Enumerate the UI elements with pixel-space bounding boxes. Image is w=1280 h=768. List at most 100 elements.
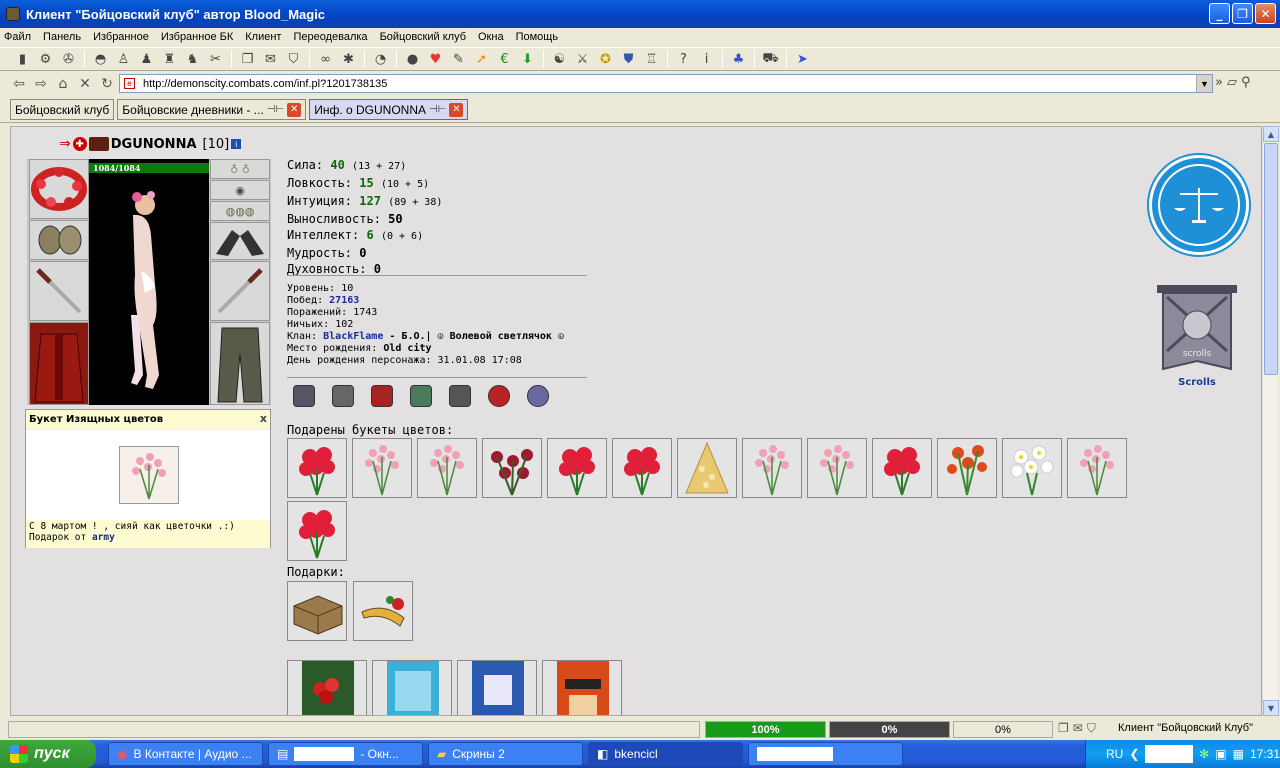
flower-bouquet[interactable] bbox=[677, 438, 737, 498]
download-icon[interactable]: ⬇ bbox=[517, 49, 538, 69]
shield-icon[interactable]: ⛉ bbox=[1087, 721, 1096, 736]
task-window[interactable]: ▤ - Окн... bbox=[268, 742, 423, 766]
users-icon[interactable]: ♟ bbox=[136, 49, 157, 69]
helmet-slot[interactable] bbox=[29, 159, 89, 219]
menu-panel[interactable]: Панель bbox=[43, 31, 81, 43]
flower-bouquet[interactable] bbox=[352, 438, 412, 498]
menu-client[interactable]: Клиент bbox=[245, 31, 281, 43]
clan-link[interactable]: BlackFlame bbox=[323, 331, 383, 342]
tab-diaries[interactable]: Бойцовские дневники - ... ⊣⊢ ✕ bbox=[117, 99, 307, 120]
task-vkontakte[interactable]: ◉ В Контакте | Аудио ... bbox=[108, 742, 263, 766]
tab-info[interactable]: Инф. о DGUNONNA ⊣⊢ ✕ bbox=[309, 99, 469, 120]
menu-windows[interactable]: Окна bbox=[478, 31, 504, 43]
badge-icon[interactable] bbox=[449, 385, 471, 407]
start-button[interactable]: пуск bbox=[0, 740, 96, 768]
tab-fight-club[interactable]: Бойцовский клуб bbox=[10, 99, 115, 120]
menu-file[interactable]: Файл bbox=[4, 31, 31, 43]
weapon-right-slot[interactable] bbox=[210, 261, 270, 321]
bracers-slot[interactable] bbox=[29, 220, 89, 260]
task-screens[interactable]: ▰ Скрины 2 bbox=[428, 742, 583, 766]
close-button[interactable]: ✕ bbox=[1255, 3, 1276, 24]
bomb-icon[interactable]: ● bbox=[402, 49, 423, 69]
postcard[interactable] bbox=[287, 660, 367, 715]
copy-icon[interactable]: ❐ bbox=[237, 49, 258, 69]
scroll-up-icon[interactable]: ▲ bbox=[1263, 126, 1279, 142]
scrolls-label[interactable]: Scrolls bbox=[1147, 377, 1247, 388]
gauge-icon[interactable]: ◔ bbox=[370, 49, 391, 69]
earrings-slot[interactable]: ♁ ♁ bbox=[210, 159, 270, 179]
scroll-thumb[interactable] bbox=[1264, 143, 1278, 375]
badge-icon[interactable] bbox=[371, 385, 393, 407]
close-icon[interactable]: ✕ bbox=[287, 102, 302, 117]
info-icon[interactable]: i bbox=[231, 139, 242, 149]
minimize-button[interactable]: _ bbox=[1209, 3, 1230, 24]
send-icon[interactable]: ➤ bbox=[792, 49, 813, 69]
gear-icon[interactable]: ⚙ bbox=[35, 49, 56, 69]
flower-bouquet[interactable] bbox=[612, 438, 672, 498]
refresh-icon[interactable]: ↻ bbox=[96, 75, 118, 93]
tools-icon[interactable]: ✂ bbox=[205, 49, 226, 69]
page-menu-icon[interactable]: ▱ bbox=[1227, 75, 1237, 90]
forward-icon[interactable]: ⇨ bbox=[30, 75, 52, 93]
info-icon[interactable]: i bbox=[696, 49, 717, 69]
heart-icon[interactable]: ♥ bbox=[425, 49, 446, 69]
pin-icon[interactable]: ⊣⊢ bbox=[429, 104, 446, 115]
castle-icon[interactable]: ♖ bbox=[641, 49, 662, 69]
flower-bouquet[interactable] bbox=[807, 438, 867, 498]
popup-close-button[interactable]: x bbox=[260, 412, 267, 425]
help-icon[interactable]: ? bbox=[673, 49, 694, 69]
character-avatar[interactable]: 1084/1084 bbox=[89, 159, 209, 405]
flower-bouquet[interactable] bbox=[287, 438, 347, 498]
tray-icon[interactable]: ✻ bbox=[1199, 747, 1209, 761]
scales-emblem[interactable] bbox=[1149, 155, 1249, 255]
menu-favorites-bk[interactable]: Избранное БК bbox=[161, 31, 233, 43]
badge-icon[interactable] bbox=[332, 385, 354, 407]
armor-slot[interactable] bbox=[29, 322, 89, 405]
book-icon[interactable]: ▮ bbox=[12, 49, 33, 69]
gloves-slot[interactable] bbox=[210, 222, 270, 260]
vertical-scrollbar[interactable]: ▲ ▼ bbox=[1262, 126, 1279, 716]
flower-bouquet[interactable] bbox=[547, 438, 607, 498]
task-bkencicl[interactable]: ◧ bkencicl bbox=[588, 742, 743, 766]
user-icon[interactable]: ♙ bbox=[113, 49, 134, 69]
flower-bouquet[interactable] bbox=[417, 438, 477, 498]
language-indicator[interactable]: RU bbox=[1106, 747, 1123, 761]
maximize-button[interactable]: ❐ bbox=[1232, 3, 1253, 24]
weapon-left-slot[interactable] bbox=[29, 261, 89, 321]
mail-icon[interactable]: ✉ bbox=[1073, 721, 1083, 736]
scrolls-emblem[interactable]: scrolls bbox=[1147, 281, 1247, 373]
gift-horn[interactable] bbox=[353, 581, 413, 641]
flower-bouquet[interactable] bbox=[482, 438, 542, 498]
mask-icon[interactable]: ◓ bbox=[90, 49, 111, 69]
clan-icon[interactable] bbox=[88, 137, 109, 151]
badge-icon[interactable] bbox=[410, 385, 432, 407]
medal-icon[interactable]: ✪ bbox=[595, 49, 616, 69]
flower-bouquet[interactable] bbox=[1067, 438, 1127, 498]
search-icon[interactable]: ⚲ bbox=[1241, 75, 1251, 90]
cart-icon[interactable]: ⛟ bbox=[760, 49, 781, 69]
menu-dressing[interactable]: Переодевалка bbox=[293, 31, 367, 43]
shield-blue-icon[interactable]: ⛊ bbox=[618, 49, 639, 69]
badge-icon[interactable] bbox=[488, 385, 510, 407]
gift-box[interactable] bbox=[287, 581, 347, 641]
postcard[interactable] bbox=[457, 660, 537, 715]
person-icon[interactable]: ♞ bbox=[182, 49, 203, 69]
postcard[interactable] bbox=[372, 660, 452, 715]
stop-icon[interactable]: ✕ bbox=[74, 75, 96, 93]
menu-favorites[interactable]: Избранное bbox=[93, 31, 149, 43]
rings-slot[interactable]: ◍◍◍ bbox=[210, 201, 270, 221]
euro-icon[interactable]: € bbox=[494, 49, 515, 69]
shield-icon[interactable]: ⛉ bbox=[283, 49, 304, 69]
flower-bouquet[interactable] bbox=[742, 438, 802, 498]
flower-bouquet[interactable] bbox=[872, 438, 932, 498]
pin-icon[interactable]: ⊣⊢ bbox=[267, 104, 284, 115]
bug-icon[interactable]: ✱ bbox=[338, 49, 359, 69]
mail-icon[interactable]: ✉ bbox=[260, 49, 281, 69]
back-icon[interactable]: ⇦ bbox=[8, 75, 30, 93]
group-icon[interactable]: ♜ bbox=[159, 49, 180, 69]
home-icon[interactable]: ⌂ bbox=[52, 75, 74, 93]
close-icon[interactable]: ✕ bbox=[449, 102, 464, 117]
flower-bouquet[interactable] bbox=[937, 438, 997, 498]
swords-icon[interactable]: ⚔ bbox=[572, 49, 593, 69]
flower-bouquet[interactable] bbox=[287, 501, 347, 561]
